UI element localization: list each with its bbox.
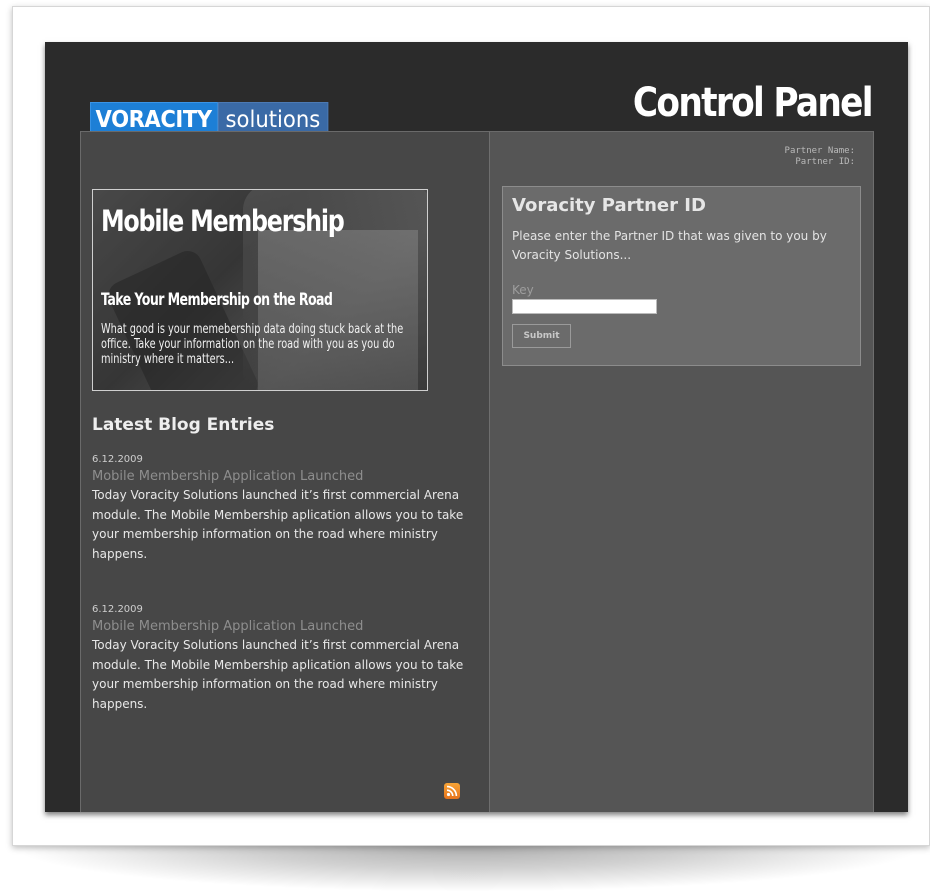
banner-title: Mobile Membership [101,204,345,238]
blog-entry-body: Today Voracity Solutions launched it’s f… [92,638,464,711]
blog-entry-date: 6.12.2009 [92,604,143,615]
blog-heading: Latest Blog Entries [92,415,275,435]
control-panel-frame: VORACITY solutions Control Panel Mobile … [45,42,908,812]
rss-icon-glyph [446,785,458,797]
blog-entry: 6.12.2009 Mobile Membership Application … [92,604,492,714]
key-input[interactable] [512,299,657,314]
partner-info: Partner Name: Partner ID: [785,146,855,168]
partner-panel-title: Voracity Partner ID [512,195,706,216]
left-column: Mobile Membership Take Your Membership o… [80,131,489,812]
submit-button[interactable]: Submit [512,324,571,348]
partner-panel-description: Please enter the Partner ID that was giv… [512,229,827,262]
partner-id-panel: Voracity Partner ID Please enter the Par… [502,186,861,366]
partner-id-label: Partner ID: [795,157,855,167]
key-label: Key [512,283,534,297]
banner-body: What good is your memebership data doing… [101,322,404,367]
right-column: Partner Name: Partner ID: Voracity Partn… [489,131,874,812]
mobile-membership-banner[interactable]: Mobile Membership Take Your Membership o… [92,189,428,391]
blog-entry-body: Today Voracity Solutions launched it’s f… [92,488,464,561]
blog-entry-title[interactable]: Mobile Membership Application Launched [92,619,492,634]
blog-entry: 6.12.2009 Mobile Membership Application … [92,454,492,564]
blog-entry-title[interactable]: Mobile Membership Application Launched [92,469,492,484]
page-title: Control Panel [633,80,874,126]
partner-name-label: Partner Name: [784,146,855,156]
rss-icon[interactable] [444,783,460,799]
banner-subtitle: Take Your Membership on the Road [101,290,333,310]
blog-entry-date: 6.12.2009 [92,454,143,465]
page-shadow [8,846,928,892]
